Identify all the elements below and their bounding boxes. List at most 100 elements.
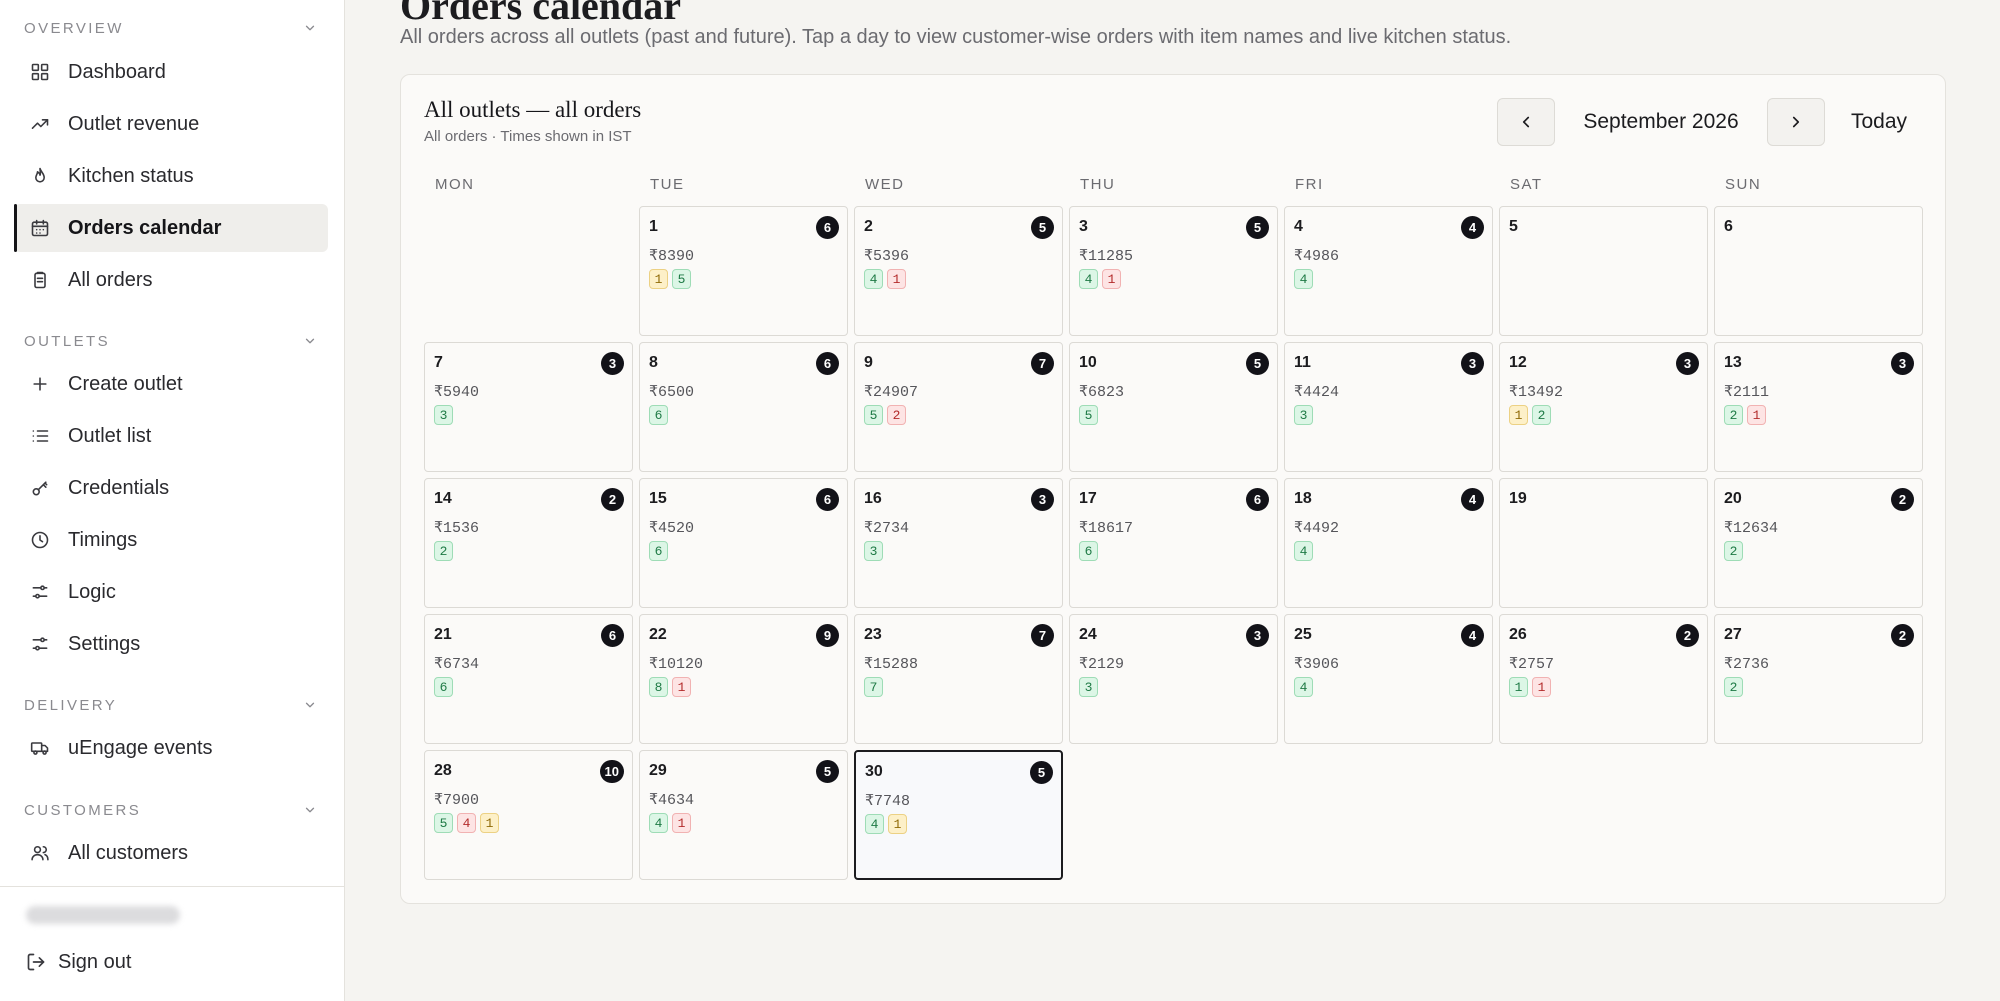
sidebar-item-timings[interactable]: Timings (14, 516, 328, 564)
sidebar-item-outlet-list[interactable]: Outlet list (14, 412, 328, 460)
calendar-day-cell[interactable]: 1 6 ₹8390 1 5 (639, 206, 848, 336)
sidebar-item-create-outlet[interactable]: Create outlet (14, 360, 328, 408)
calendar-day-cell[interactable]: 19 (1499, 478, 1708, 608)
day-number: 23 (864, 626, 882, 643)
order-count-badge: 5 (816, 760, 839, 783)
order-count-badge: 5 (1031, 216, 1054, 239)
calendar-day-cell[interactable]: 11 3 ₹4424 3 (1284, 342, 1493, 472)
key-icon (32, 481, 48, 496)
sidebar-item-credentials[interactable]: Credentials (14, 464, 328, 512)
nav-group-outlets[interactable]: OUTLETS (24, 331, 324, 351)
calendar-day-cell[interactable]: 3 5 ₹11285 4 1 (1069, 206, 1278, 336)
calendar-day-cell[interactable]: 30 5 ₹7748 4 1 (854, 750, 1063, 880)
day-number: 29 (649, 762, 667, 779)
calendar-day-cell[interactable]: 4 4 ₹4986 4 (1284, 206, 1493, 336)
calendar-day-cell[interactable]: 8 6 ₹6500 6 (639, 342, 848, 472)
sidebar-item-outlet-revenue[interactable]: Outlet revenue (14, 100, 328, 148)
status-badge-red: 1 (1747, 405, 1766, 425)
chevron-right-icon (1792, 116, 1800, 128)
current-month-label: September 2026 (1583, 110, 1739, 133)
sidebar-item-orders-calendar[interactable]: Orders calendar (14, 204, 328, 252)
calendar-day-cell[interactable]: 14 2 ₹1536 2 (424, 478, 633, 608)
order-count-badge: 5 (1246, 216, 1269, 239)
calendar-day-cell[interactable]: 2 5 ₹5396 4 1 (854, 206, 1063, 336)
sign-out-button[interactable]: Sign out (26, 944, 131, 980)
weekday-label: WED (865, 176, 905, 193)
order-count-badge: 3 (1461, 352, 1484, 375)
order-count-badge: 6 (816, 488, 839, 511)
order-count-badge: 6 (816, 352, 839, 375)
calendar-day-cell[interactable]: 17 6 ₹18617 6 (1069, 478, 1278, 608)
order-count-badge: 3 (601, 352, 624, 375)
status-badges: 7 (864, 677, 883, 697)
status-badge-yellow: 1 (649, 269, 668, 289)
calendar-day-cell[interactable]: 22 9 ₹10120 8 1 (639, 614, 848, 744)
next-month-button[interactable] (1767, 98, 1825, 146)
calendar-day-cell[interactable]: 7 3 ₹5940 3 (424, 342, 633, 472)
order-count-badge: 9 (816, 624, 839, 647)
calendar-day-cell[interactable]: 26 2 ₹2757 1 1 (1499, 614, 1708, 744)
status-badges: 2 (434, 541, 453, 561)
sidebar-item-all-customers[interactable]: All customers (14, 829, 328, 877)
calendar-day-cell[interactable]: 29 5 ₹4634 4 1 (639, 750, 848, 880)
sidebar-item-label: Logic (68, 580, 116, 603)
calendar-day-cell[interactable]: 28 10 ₹7900 5 4 1 (424, 750, 633, 880)
nav-group-overview[interactable]: OVERVIEW (24, 18, 324, 38)
order-count-badge: 3 (1031, 488, 1054, 511)
calendar-day-cell[interactable]: 23 7 ₹15288 7 (854, 614, 1063, 744)
clipboard-icon (34, 271, 46, 289)
nav-group-customers[interactable]: CUSTOMERS (24, 800, 324, 820)
status-badges: 21 (1724, 405, 1766, 425)
previous-month-button[interactable] (1497, 98, 1555, 146)
sidebar-item-label: Timings (68, 528, 138, 551)
calendar-day-cell[interactable]: 10 5 ₹6823 5 (1069, 342, 1278, 472)
chevron-down-icon (305, 25, 315, 31)
status-badges: 3 (434, 405, 453, 425)
calendar-subtitle: All orders · Times shown in IST (424, 128, 632, 145)
trending-up-icon (31, 119, 49, 129)
status-badges: 4 (1294, 541, 1313, 561)
sidebar-item-dashboard[interactable]: Dashboard (14, 48, 328, 96)
status-badges: 6 (649, 405, 668, 425)
sidebar-item-all-orders[interactable]: All orders (14, 256, 328, 304)
sidebar-divider (0, 886, 345, 887)
status-badge-red: 1 (1102, 269, 1121, 289)
day-revenue: ₹4492 (1294, 520, 1340, 537)
calendar-day-cell[interactable]: 24 3 ₹2129 3 (1069, 614, 1278, 744)
day-revenue: ₹4520 (649, 520, 695, 537)
day-revenue: ₹8390 (649, 248, 695, 265)
sidebar-item-kitchen-status[interactable]: Kitchen status (14, 152, 328, 200)
sidebar-item-uengage-events[interactable]: uEngage events (14, 724, 328, 772)
day-revenue: ₹5940 (434, 384, 480, 401)
day-number: 5 (1509, 218, 1518, 235)
calendar-title: All outlets — all orders (424, 97, 642, 122)
sidebar-item-settings[interactable]: Settings (14, 620, 328, 668)
status-badge-green: 5 (672, 269, 691, 289)
nav-group-delivery[interactable]: DELIVERY (24, 695, 324, 715)
calendar-day-cell[interactable]: 20 2 ₹12634 2 (1714, 478, 1923, 608)
day-number: 10 (1079, 354, 1097, 371)
sidebar-item-logic[interactable]: Logic (14, 568, 328, 616)
day-revenue: ₹6823 (1079, 384, 1125, 401)
calendar-day-cell[interactable]: 9 7 ₹24907 5 2 (854, 342, 1063, 472)
calendar-day-cell[interactable]: 6 (1714, 206, 1923, 336)
calendar-day-cell[interactable]: 18 4 ₹4492 4 (1284, 478, 1493, 608)
status-badge-green: 4 (1294, 269, 1313, 289)
order-count-badge: 3 (1676, 352, 1699, 375)
calendar-day-cell[interactable]: 13 3 ₹2111 2 1 (1714, 342, 1923, 472)
order-count-badge: 2 (1891, 624, 1914, 647)
day-revenue: ₹2129 (1079, 656, 1125, 673)
status-badge-yellow: 1 (888, 814, 907, 834)
today-button[interactable]: Today (1833, 98, 1925, 146)
calendar-day-cell[interactable]: 15 6 ₹4520 6 (639, 478, 848, 608)
chevron-down-icon (305, 807, 315, 813)
calendar-day-cell[interactable]: 21 6 ₹6734 6 (424, 614, 633, 744)
calendar-day-cell[interactable]: 5 (1499, 206, 1708, 336)
sidebar-item-label: Create outlet (68, 372, 183, 395)
flame-icon (35, 167, 45, 183)
calendar-day-cell[interactable]: 12 3 ₹13492 1 2 (1499, 342, 1708, 472)
chevron-down-icon (305, 338, 315, 344)
calendar-day-cell[interactable]: 16 3 ₹2734 3 (854, 478, 1063, 608)
calendar-day-cell[interactable]: 27 2 ₹2736 2 (1714, 614, 1923, 744)
calendar-day-cell[interactable]: 25 4 ₹3906 4 (1284, 614, 1493, 744)
